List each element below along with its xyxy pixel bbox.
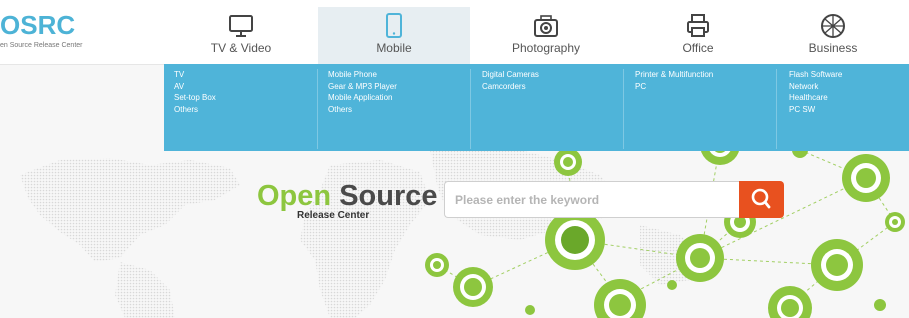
hero-brand-title: Open Source [257, 180, 438, 212]
menu-item-printer-multifunction[interactable]: Printer & Multifunction [635, 69, 713, 81]
menu-item-mobile-phone[interactable]: Mobile Phone [328, 69, 397, 81]
nav-tab-label: Business [808, 41, 858, 55]
nav-tab-label: Mobile [376, 41, 412, 55]
top-navigation-bar: OSRC en Source Release Center TV & Video… [0, 0, 909, 65]
menu-item-camcorders[interactable]: Camcorders [482, 81, 539, 93]
nav-tab-label: Photography [511, 41, 581, 55]
printer-icon [687, 14, 709, 37]
logo-text: OSRC [0, 10, 75, 40]
mobile-icon [386, 13, 402, 38]
menu-item-healthcare[interactable]: Healthcare [789, 92, 842, 104]
logo-subtitle: en Source Release Center [0, 42, 83, 49]
search-icon [751, 188, 771, 209]
menu-item-pc[interactable]: PC [635, 81, 713, 93]
category-dropdown-menu: TV AV Set-top Box Others Mobile Phone Ge… [164, 64, 909, 151]
menu-column-business: Flash Software Network Healthcare PC SW [776, 69, 842, 149]
menu-item-others[interactable]: Others [328, 104, 397, 116]
search-button[interactable] [739, 181, 784, 218]
nav-tab-label: TV & Video [210, 41, 272, 55]
menu-column-tv: TV AV Set-top Box Others [174, 69, 216, 149]
camera-icon [534, 15, 558, 37]
brand-title-open: Open [257, 180, 332, 212]
menu-item-tv[interactable]: TV [174, 69, 216, 81]
menu-item-flash-software[interactable]: Flash Software [789, 69, 842, 81]
menu-item-gear-mp3[interactable]: Gear & MP3 Player [328, 81, 397, 93]
nav-tab-label: Office [682, 41, 714, 55]
tv-icon [229, 15, 253, 37]
nav-tab-tv-video[interactable]: TV & Video [165, 7, 317, 64]
menu-item-set-top-box[interactable]: Set-top Box [174, 92, 216, 104]
menu-item-mobile-application[interactable]: Mobile Application [328, 92, 397, 104]
menu-item-digital-cameras[interactable]: Digital Cameras [482, 69, 539, 81]
nav-tab-business[interactable]: Business [757, 7, 909, 64]
menu-column-mobile: Mobile Phone Gear & MP3 Player Mobile Ap… [317, 69, 397, 149]
hero-brand-subtitle: Release Center [297, 210, 370, 221]
nav-tab-photography[interactable]: Photography [470, 7, 622, 64]
menu-column-office: Printer & Multifunction PC [623, 69, 713, 149]
brand-title-source: Source [339, 180, 438, 212]
site-logo[interactable]: OSRC en Source Release Center [0, 10, 140, 58]
nav-tab-mobile[interactable]: Mobile [318, 7, 470, 64]
menu-item-network[interactable]: Network [789, 81, 842, 93]
menu-item-pc-sw[interactable]: PC SW [789, 104, 842, 116]
menu-item-av[interactable]: AV [174, 81, 216, 93]
logo-brand: OSRC [0, 10, 76, 40]
menu-item-others[interactable]: Others [174, 104, 216, 116]
search-input[interactable] [444, 181, 740, 218]
nav-tab-office[interactable]: Office [622, 7, 774, 64]
globe-icon [821, 14, 845, 38]
menu-column-photography: Digital Cameras Camcorders [470, 69, 539, 149]
